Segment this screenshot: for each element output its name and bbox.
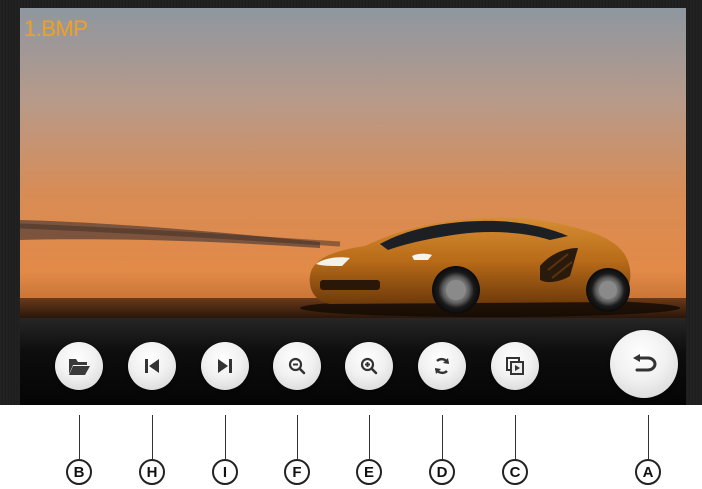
callout-line-a [648,415,649,459]
next-button[interactable] [201,342,249,390]
callout-line-b [79,415,80,459]
skip-next-icon [218,359,232,373]
rotate-icon [434,358,450,374]
callout-line-c [515,415,516,459]
callout-a: A [635,459,661,485]
callout-b: B [66,459,92,485]
slideshow-button[interactable] [491,342,539,390]
callout-e: E [356,459,382,485]
skip-previous-icon [145,359,159,373]
slideshow-icon [506,357,524,375]
zoom-in-button[interactable] [345,342,393,390]
file-name-label: 1.BMP [24,16,88,41]
viewer-toolbar [20,318,686,405]
callout-c: C [502,459,528,485]
back-button[interactable] [610,330,678,398]
callout-line-i [225,415,226,459]
callout-line-f [297,415,298,459]
open-folder-button[interactable] [55,342,103,390]
callout-line-e [369,415,370,459]
callout-line-d [442,415,443,459]
rotate-button[interactable] [418,342,466,390]
zoom-out-button[interactable] [273,342,321,390]
folder-open-icon [69,359,90,375]
zoom-out-icon [288,357,306,375]
callout-f: F [284,459,310,485]
callout-d: D [429,459,455,485]
previous-button[interactable] [128,342,176,390]
zoom-in-icon [360,357,378,375]
return-arrow-icon [633,354,657,372]
callout-h: H [139,459,165,485]
picture-viewer-screen: 1.BMP [20,8,686,405]
callout-i: I [212,459,238,485]
displayed-photo [20,8,686,318]
callout-line-h [152,415,153,459]
media-player-frame: 1.BMP [0,0,702,405]
